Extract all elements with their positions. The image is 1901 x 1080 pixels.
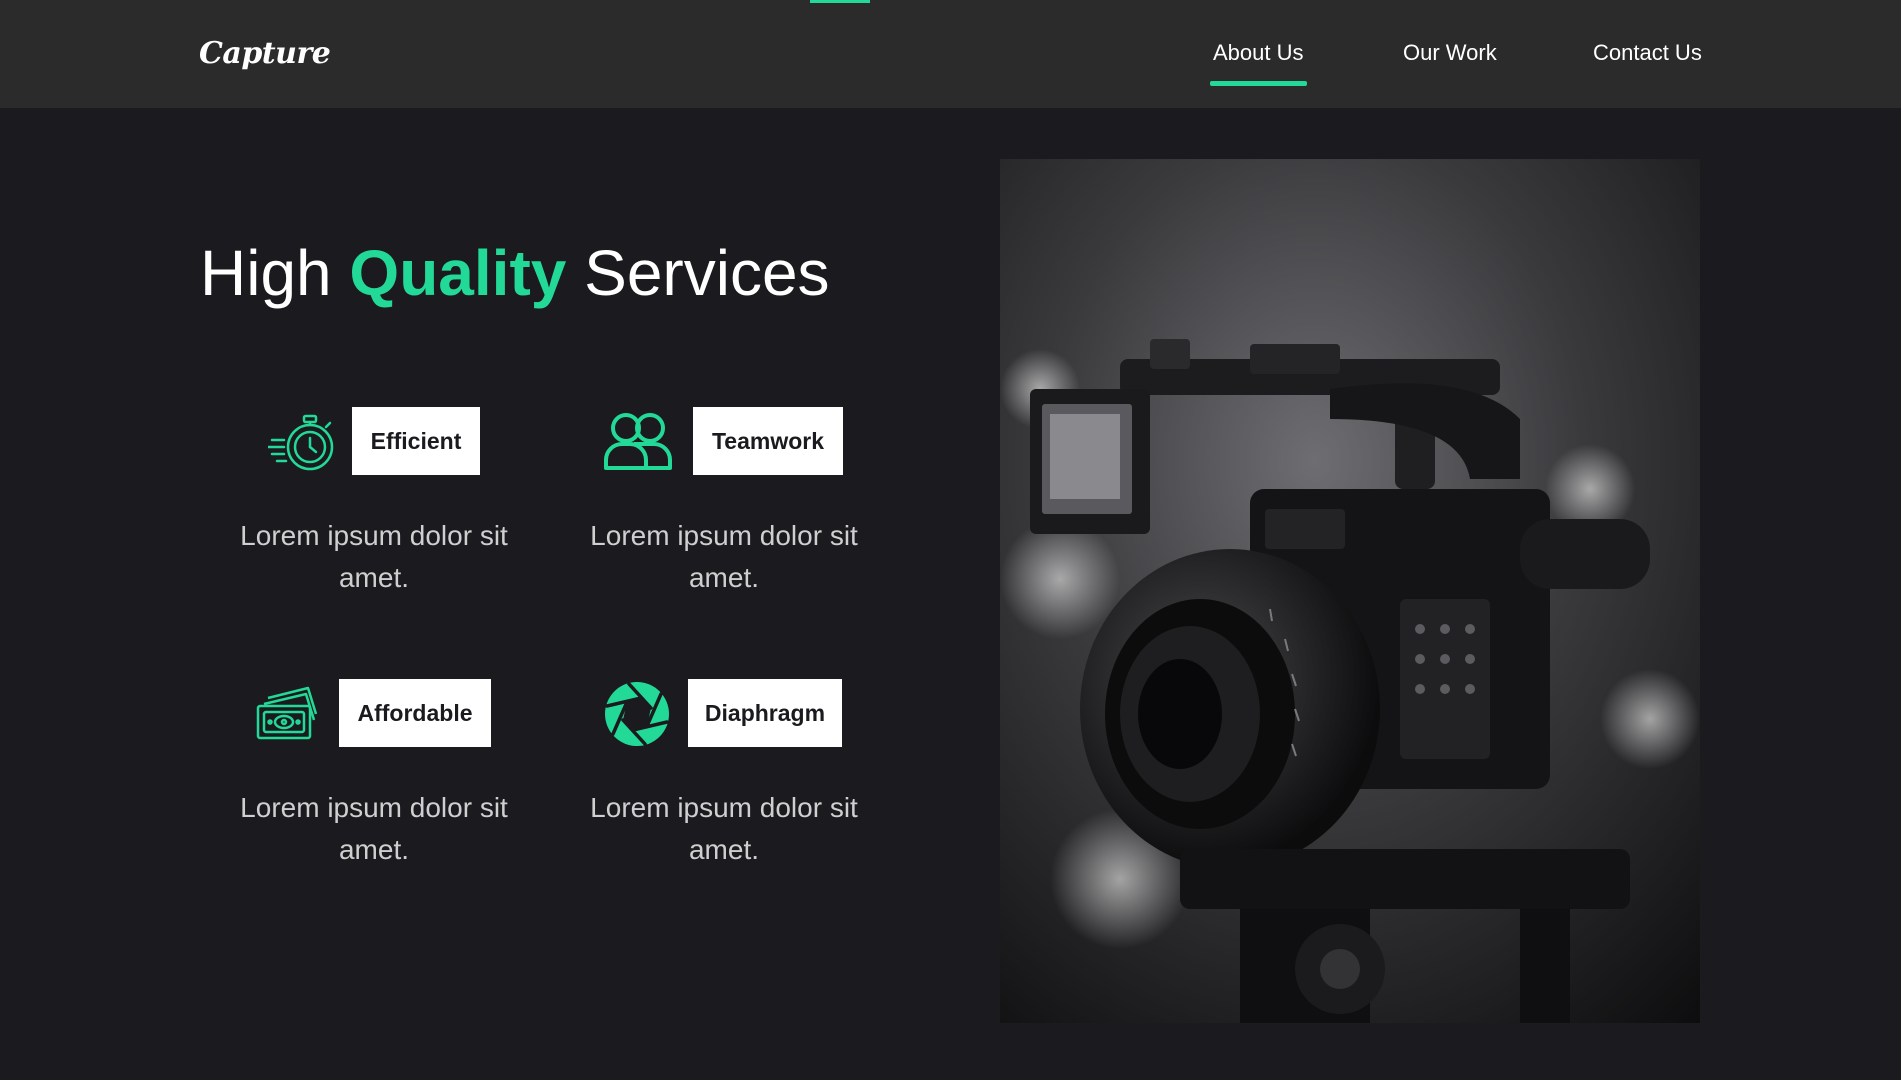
title-before: High <box>200 237 332 309</box>
service-desc-diaphragm: Lorem ipsum dolor sit amet. <box>590 792 858 865</box>
site-header: Capture About Us Our Work Contact Us <box>0 0 1901 108</box>
title-after: Services <box>584 237 830 309</box>
service-label-teamwork: Teamwork <box>693 407 843 475</box>
service-label-affordable: Affordable <box>339 679 491 747</box>
nav-our-work[interactable]: Our Work <box>1403 40 1497 66</box>
page-title: High Quality Services <box>200 236 830 310</box>
service-label-diaphragm: Diaphragm <box>688 679 842 747</box>
main-nav: About Us Our Work Contact Us <box>0 40 1901 100</box>
team-icon <box>604 413 672 470</box>
money-icon <box>256 686 318 740</box>
service-desc-teamwork: Lorem ipsum dolor sit amet. <box>590 520 858 593</box>
nav-about-us[interactable]: About Us <box>1210 40 1306 86</box>
title-accent: Quality <box>349 237 567 309</box>
diaphragm-icon <box>605 682 669 746</box>
service-label-efficient: Efficient <box>352 407 480 475</box>
service-desc-efficient: Lorem ipsum dolor sit amet. <box>240 520 508 593</box>
camera-image <box>1000 159 1700 1023</box>
nav-contact-us[interactable]: Contact Us <box>1593 40 1702 66</box>
camera-photo <box>1000 159 1700 1023</box>
top-accent-bar <box>810 0 870 3</box>
stopwatch-icon <box>268 414 334 471</box>
service-desc-affordable: Lorem ipsum dolor sit amet. <box>240 792 508 865</box>
